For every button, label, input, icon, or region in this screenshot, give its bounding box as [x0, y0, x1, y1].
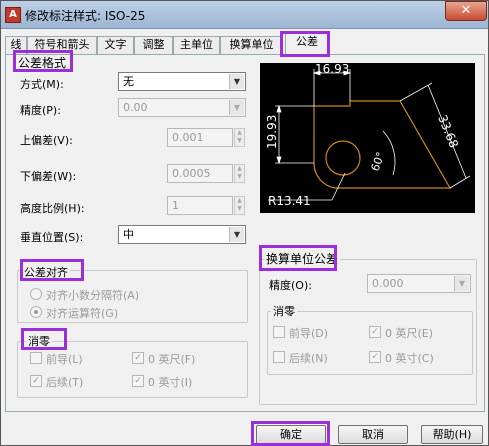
leading-zero-label: 前导(L)	[46, 353, 83, 366]
window-title: 修改标注样式: ISO-25	[25, 9, 146, 23]
chevron-down-icon: ▼	[229, 74, 244, 89]
alt-precision-value: 0.000	[372, 277, 404, 290]
tab-text[interactable]: 文字	[97, 36, 134, 54]
chevron-down-icon: ▼	[229, 100, 244, 115]
tab-fit[interactable]: 调整	[134, 36, 173, 54]
align-decimal-radio[interactable]	[30, 288, 42, 300]
alt-zero-inches-label: 0 英寸(C)	[385, 352, 434, 365]
precision-select[interactable]: 0.00 ▼	[118, 98, 246, 117]
alt-trailing-zero-checkbox[interactable]	[273, 351, 285, 363]
preview-dim-radius: R13.41	[268, 194, 311, 208]
dialog-window: A 修改标注样式: ISO-25 ✕ 线 符号和箭头 文字 调整 主单位 换算单…	[0, 0, 489, 446]
alt-leading-zero-checkbox[interactable]	[273, 326, 285, 338]
ok-button[interactable]: 确定	[256, 425, 326, 444]
chevron-down-icon: ▼	[454, 276, 469, 291]
upper-deviation-spinner[interactable]: ▲ ▼	[234, 128, 245, 147]
alt-precision-select[interactable]: 0.000 ▼	[367, 274, 471, 293]
tolerance-align-title: 公差对齐	[22, 264, 70, 280]
zero-inches-label: 0 英寸(I)	[148, 376, 193, 389]
trailing-zero-label: 后续(T)	[46, 376, 84, 389]
tolerance-format-title: 公差格式	[18, 56, 67, 70]
tab-tolerances[interactable]: 公差	[285, 33, 329, 55]
precision-value: 0.00	[123, 101, 148, 114]
align-operator-radio[interactable]	[30, 306, 42, 318]
lower-deviation-spinner[interactable]: ▲ ▼	[234, 164, 245, 183]
zero-feet-label: 0 英尺(F)	[148, 353, 196, 366]
chevron-down-icon: ▼	[229, 227, 244, 242]
alt-zero-inches-checkbox[interactable]: ✓	[369, 351, 381, 363]
tab-strip: 线 符号和箭头 文字 调整 主单位 换算单位 公差	[5, 33, 487, 55]
tab-primary-units[interactable]: 主单位	[173, 36, 220, 54]
help-button[interactable]: 帮助(H)	[421, 425, 483, 444]
dimension-preview: 16.93 19.93 33.68 60° R13.41	[260, 62, 475, 213]
trailing-zero-checkbox[interactable]: ✓	[30, 375, 42, 387]
tab-lines[interactable]: 线	[5, 36, 27, 54]
preview-dim-left: 19.93	[265, 115, 279, 149]
preview-dim-right: 33.68	[435, 113, 461, 150]
preview-dim-angle: 60°	[369, 150, 388, 173]
vertical-position-value: 中	[123, 228, 134, 241]
tab-alternate-units[interactable]: 换算单位	[220, 36, 283, 54]
align-decimal-label: 对齐小数分隔符(A)	[46, 289, 140, 302]
method-label: 方式(M):	[20, 78, 64, 91]
app-icon: A	[5, 7, 21, 23]
lower-deviation-label: 下偏差(W):	[20, 170, 77, 183]
tab-symbols-arrows[interactable]: 符号和箭头	[27, 36, 97, 54]
cancel-button[interactable]: 取消	[338, 425, 408, 444]
zero-feet-checkbox[interactable]: ✓	[132, 352, 144, 364]
preview-drawing: 16.93 19.93 33.68 60° R13.41	[265, 62, 471, 208]
height-scale-label: 高度比例(H):	[20, 202, 85, 215]
upper-deviation-label: 上偏差(V):	[20, 134, 73, 147]
zero-inches-checkbox[interactable]: ✓	[132, 375, 144, 387]
close-button[interactable]: ✕	[445, 1, 487, 21]
vertical-position-select[interactable]: 中 ▼	[118, 225, 246, 244]
preview-dim-top: 16.93	[315, 63, 349, 76]
alt-zero-feet-label: 0 英尺(E)	[385, 327, 434, 340]
alt-precision-label: 精度(O):	[269, 279, 312, 292]
height-scale-input[interactable]: 1	[167, 196, 233, 215]
upper-deviation-input[interactable]: 0.001	[167, 128, 233, 147]
height-scale-spinner[interactable]: ▲ ▼	[234, 196, 245, 215]
vertical-position-label: 垂直位置(S):	[20, 231, 84, 244]
precision-label: 精度(P):	[20, 104, 61, 117]
method-value: 无	[123, 75, 134, 88]
alt-zero-feet-checkbox[interactable]: ✓	[369, 326, 381, 338]
align-operator-label: 对齐运算符(G)	[46, 307, 119, 320]
lower-deviation-input[interactable]: 0.0005	[167, 164, 233, 183]
leading-zero-checkbox[interactable]	[30, 352, 42, 364]
alternate-units-title: 换算单位公差	[264, 250, 341, 267]
alt-leading-zero-label: 前导(D)	[289, 327, 329, 340]
method-select[interactable]: 无 ▼	[118, 72, 246, 91]
title-bar: A 修改标注样式: ISO-25 ✕	[1, 1, 488, 29]
zero-suppression-title: 消零	[26, 333, 52, 349]
alt-trailing-zero-label: 后续(N)	[289, 352, 328, 365]
alt-zero-suppression-title: 消零	[271, 303, 297, 319]
